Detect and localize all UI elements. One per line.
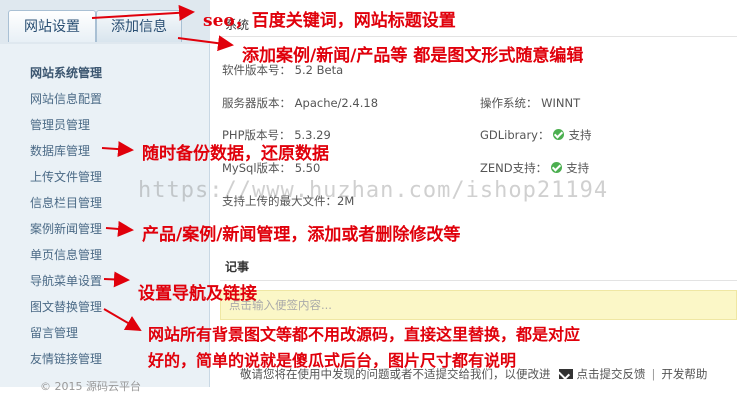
- annotation-image-replace-1: 网站所有背景图文等都不用改源码，直接这里替换，都是对应: [148, 325, 581, 344]
- annotation-image-replace-2: 好的，简单的说就是傻瓜式后台，图片尺寸都有说明: [148, 351, 517, 370]
- annotation-cases: 产品/案例/新闻管理，添加或者删除修改等: [142, 225, 461, 245]
- arrow-seo: [91, 4, 195, 21]
- annotation-database: 随时备份数据，还原数据: [142, 144, 329, 164]
- arrow-cases: [105, 220, 134, 237]
- arrow-nav: [103, 271, 130, 288]
- annotation-add-info: 添加案例/新闻/产品等 都是图文形式随意编辑: [242, 46, 584, 66]
- arrow-add-info: [177, 35, 234, 52]
- arrow-image-replace: [103, 308, 142, 332]
- arrow-database: [101, 141, 134, 158]
- annotation-nav: 设置导航及链接: [138, 284, 257, 304]
- annotation-seo: seo，百度关键词，网站标题设置: [203, 11, 456, 31]
